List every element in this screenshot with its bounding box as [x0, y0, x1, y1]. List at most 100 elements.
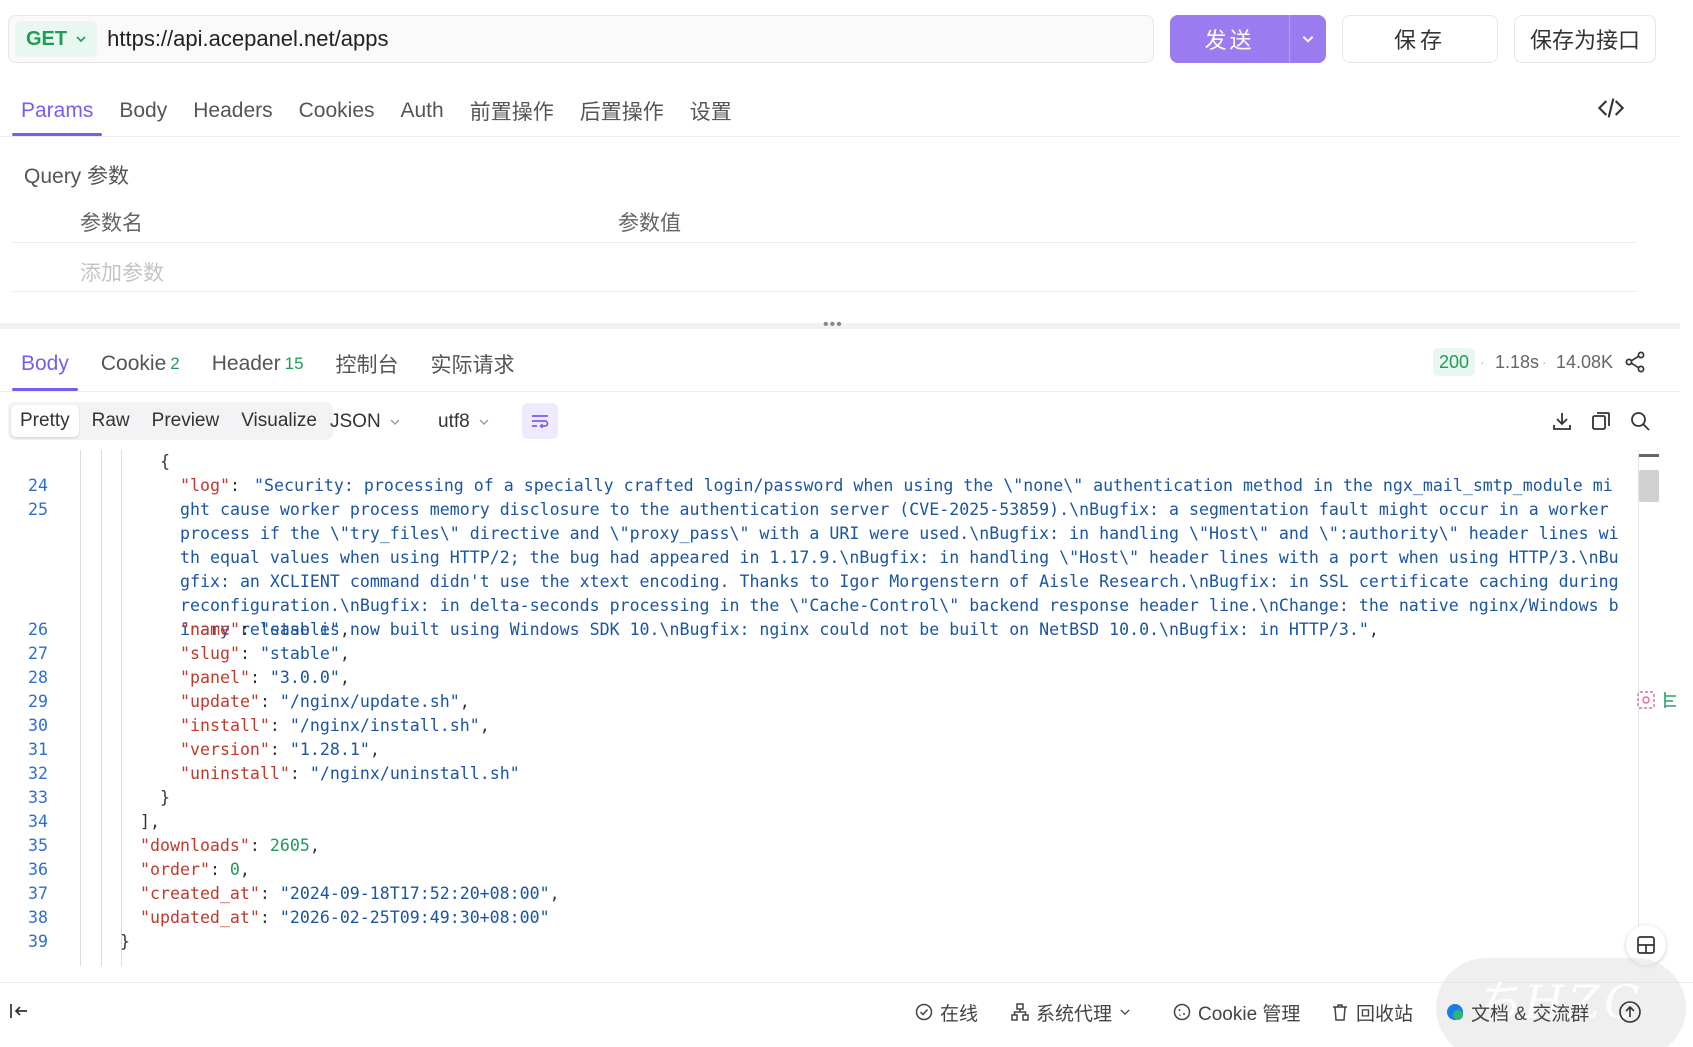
line-number: 39: [28, 932, 48, 951]
tab-response-actual-request[interactable]: 实际请求: [422, 337, 524, 391]
code-line: 33}: [0, 786, 1648, 810]
online-label: 在线: [940, 1003, 979, 1025]
tab-body[interactable]: Body: [110, 86, 176, 136]
param-value-header: 参数值: [618, 212, 681, 235]
line-number: 32: [28, 764, 48, 783]
response-code-view[interactable]: 24 { 25 "log": "Security: processing of …: [0, 450, 1648, 966]
tab-response-body[interactable]: Body: [12, 337, 78, 391]
recycle-bin-button[interactable]: 回收站: [1330, 997, 1413, 1027]
line-number: 34: [28, 812, 48, 831]
view-pretty[interactable]: Pretty: [11, 405, 79, 437]
tab-response-header[interactable]: Header 15: [203, 337, 313, 391]
code-line: 36 "order": 0,: [0, 858, 1648, 882]
tab-response-cookie[interactable]: Cookie 2: [92, 337, 189, 391]
code-text: "name": "stable",: [180, 620, 350, 639]
send-label: 发送: [1204, 28, 1255, 53]
code-line: 27 "slug": "stable",: [0, 642, 1648, 666]
chevron-down-icon: [1120, 1009, 1130, 1015]
log-value: "Security: processing of a specially cra…: [180, 476, 1629, 639]
tab-settings[interactable]: 设置: [681, 86, 741, 136]
log-text: "Security: processing of a specially cra…: [180, 476, 1629, 639]
check-circle-icon: [915, 1003, 933, 1021]
scrollbar-thumb[interactable]: [1639, 470, 1659, 502]
view-visualize[interactable]: Visualize: [232, 405, 326, 437]
method-select[interactable]: GET: [15, 21, 98, 57]
code-text: "install": "/nginx/install.sh",: [180, 716, 490, 735]
code-text: "order": 0,: [140, 860, 250, 879]
chevron-down-icon: [76, 36, 86, 43]
view-preview[interactable]: Preview: [143, 405, 229, 437]
url-input[interactable]: https://api.acepanel.net/apps: [107, 26, 388, 52]
fold-icon[interactable]: [1635, 689, 1657, 711]
send-options-button[interactable]: [1289, 15, 1326, 63]
proxy-label: 系统代理: [1036, 1003, 1113, 1025]
code-text: "updated_at": "2026-02-25T09:49:30+08:00…: [140, 908, 550, 927]
online-status[interactable]: 在线: [914, 997, 978, 1027]
tab-params[interactable]: Params: [12, 86, 103, 136]
tab-cookies[interactable]: Cookies: [290, 86, 384, 136]
count-badge: 15: [284, 354, 304, 373]
tab-response-console[interactable]: 控制台: [327, 337, 408, 391]
drag-handle-icon[interactable]: •••: [823, 316, 843, 334]
divider: [0, 391, 1680, 392]
code-text: ],: [140, 812, 160, 831]
word-wrap-toggle[interactable]: [522, 403, 558, 439]
collapse-sidebar-icon[interactable]: [8, 1000, 30, 1022]
code-line: 29 "update": "/nginx/update.sh",: [0, 690, 1648, 714]
outline-icon[interactable]: [1660, 689, 1682, 711]
line-number: 37: [28, 884, 48, 903]
add-param-input[interactable]: 添加参数: [80, 257, 164, 287]
view-raw[interactable]: Raw: [83, 405, 139, 437]
code-icon[interactable]: [1597, 94, 1625, 122]
upload-icon[interactable]: [1617, 999, 1643, 1025]
code-text: "downloads": 2605,: [140, 836, 320, 855]
code-text: "created_at": "2024-09-18T17:52:20+08:00…: [140, 884, 560, 903]
response-tabs: Body Cookie 2 Header 15 控制台 实际请求: [12, 337, 538, 391]
docs-community-button[interactable]: 文档 & 交流群: [1445, 997, 1589, 1027]
save-as-api-button[interactable]: 保存为接口: [1514, 15, 1656, 63]
tab-label: Cookie: [100, 352, 167, 375]
share-icon[interactable]: [1623, 350, 1647, 374]
tab-label: 实际请求: [430, 354, 515, 377]
encoding-select[interactable]: utf8: [438, 407, 490, 437]
param-name-header: 参数名: [80, 212, 143, 235]
response-size: 14.08K: [1556, 351, 1614, 372]
code-line: 39}: [0, 930, 1648, 954]
code-text: "panel": "3.0.0",: [180, 668, 350, 687]
view-mode-switch: Pretty Raw Preview Visualize: [8, 402, 333, 440]
search-icon[interactable]: [1628, 409, 1652, 433]
line-number: 36: [28, 860, 48, 879]
line-number: 25: [28, 500, 48, 519]
send-button[interactable]: 发送: [1170, 15, 1326, 63]
scrollbar-cap: [1639, 454, 1659, 457]
cookie-icon: [1173, 1003, 1191, 1021]
format-select[interactable]: JSON: [330, 407, 401, 437]
copy-icon[interactable]: [1589, 409, 1613, 433]
code-text: "version": "1.28.1",: [180, 740, 380, 759]
tab-label: 控制台: [335, 354, 399, 377]
query-params-title: Query 参数: [24, 165, 130, 188]
line-number: 26: [28, 620, 48, 639]
format-label: JSON: [330, 411, 381, 432]
tab-post-script[interactable]: 后置操作: [571, 86, 673, 136]
download-icon[interactable]: [1550, 409, 1574, 433]
recycle-bin-label: 回收站: [1356, 1003, 1414, 1025]
line-number: 27: [28, 644, 48, 663]
cookie-manager-button[interactable]: Cookie 管理: [1172, 997, 1300, 1027]
system-proxy-menu[interactable]: 系统代理: [1010, 997, 1132, 1027]
line-number: 30: [28, 716, 48, 735]
chat-bubble-icon: [1447, 1004, 1463, 1020]
code-line: 35 "downloads": 2605,: [0, 834, 1648, 858]
tab-auth[interactable]: Auth: [392, 86, 453, 136]
code-line: 37 "created_at": "2024-09-18T17:52:20+08:…: [0, 882, 1648, 906]
request-tabs: Params Body Headers Cookies Auth 前置操作 后置…: [12, 86, 749, 136]
tab-headers[interactable]: Headers: [184, 86, 281, 136]
code-text: "update": "/nginx/update.sh",: [180, 692, 470, 711]
network-icon: [1011, 1003, 1029, 1021]
chevron-down-icon: [390, 419, 400, 425]
tab-pre-script[interactable]: 前置操作: [461, 86, 563, 136]
save-button[interactable]: 保存: [1342, 15, 1498, 63]
code-text: }: [160, 788, 170, 807]
line-number: 28: [28, 668, 48, 687]
line-number: 29: [28, 692, 48, 711]
